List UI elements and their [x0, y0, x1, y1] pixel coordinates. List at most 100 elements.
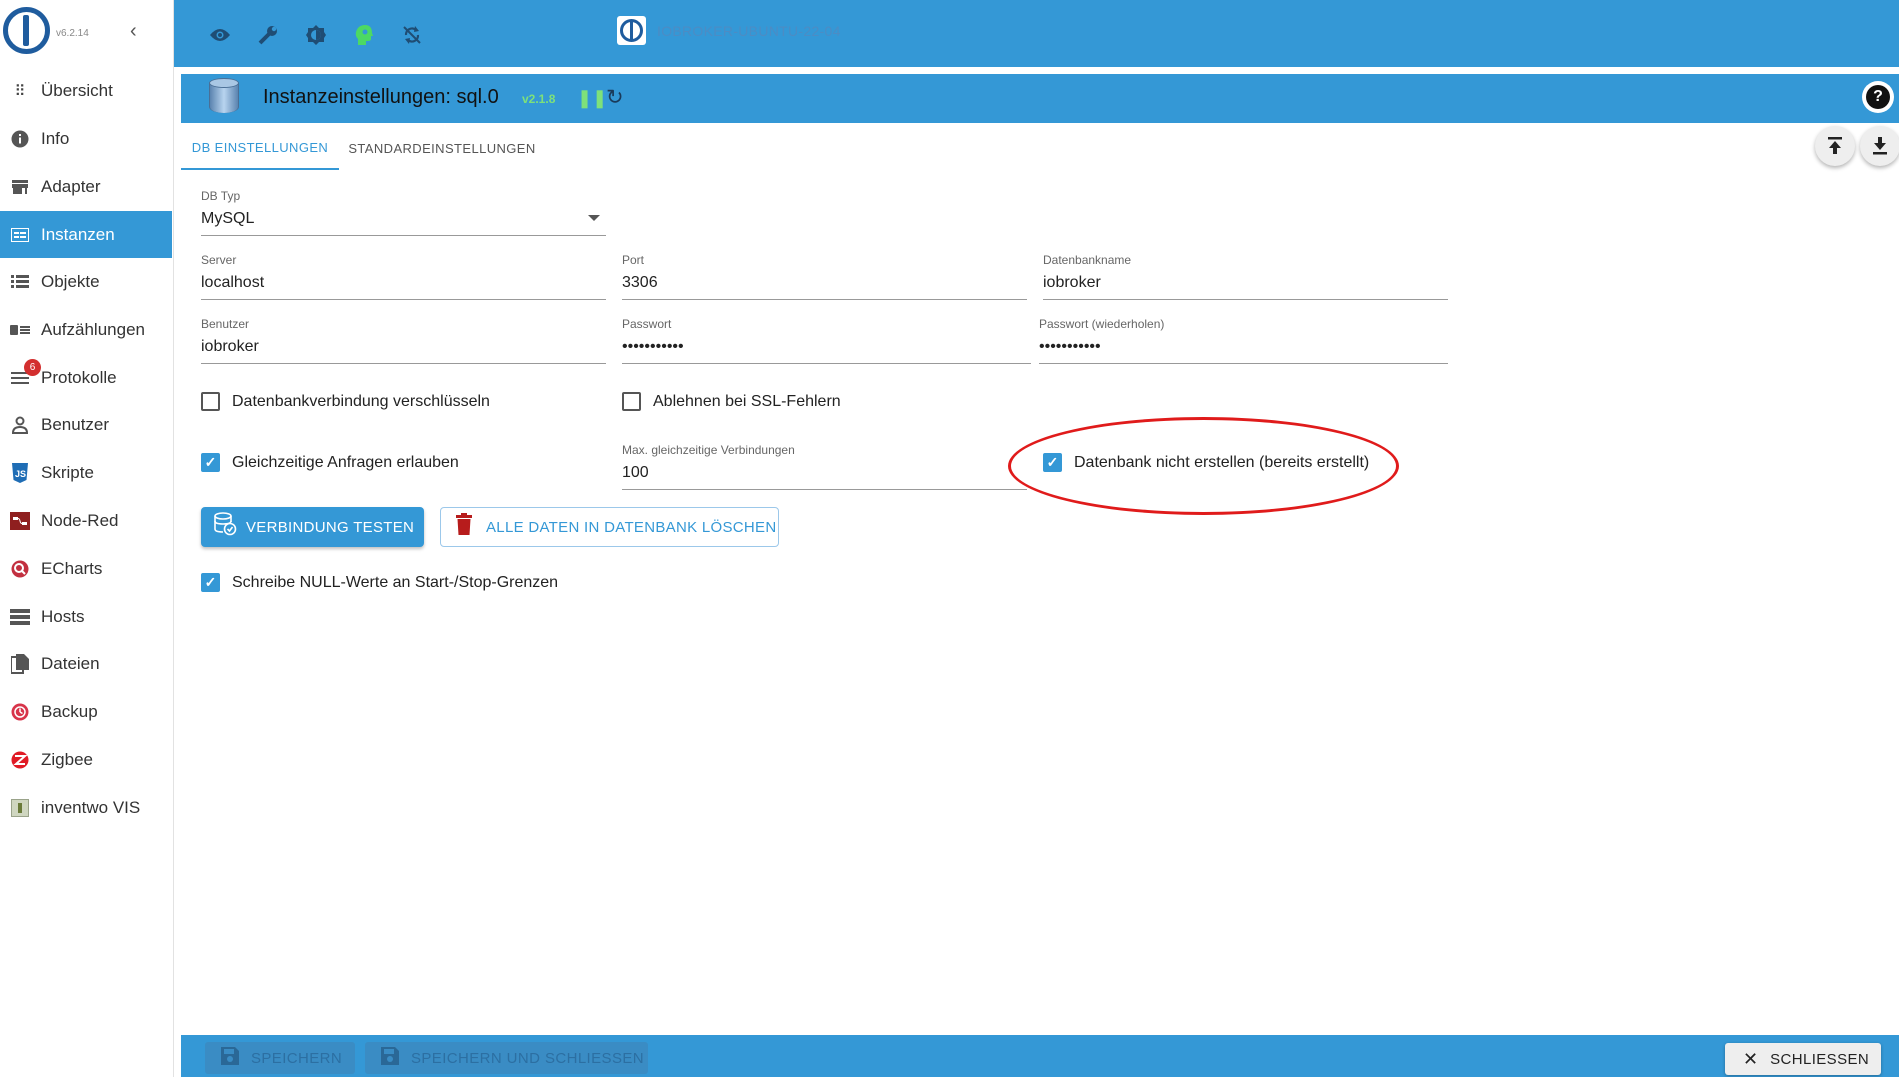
wrench-icon[interactable]	[255, 22, 281, 48]
sidebar-item-label: Zigbee	[41, 749, 93, 769]
reload-icon[interactable]: ↻	[606, 85, 624, 110]
expert-mode-icon[interactable]	[351, 22, 377, 48]
help-button[interactable]: ?	[1862, 81, 1894, 113]
max-connections-field[interactable]: Max. gleichzeitige Verbindungen 100	[622, 443, 1027, 493]
sidebar-item-inventwo-vis[interactable]: inventwo VIS	[0, 784, 172, 831]
chevron-left-icon[interactable]: ‹	[130, 20, 137, 43]
user-label: Benutzer	[201, 317, 250, 331]
sidebar-item-label: Backup	[41, 701, 98, 721]
close-label: SCHLIESSEN	[1770, 1050, 1870, 1068]
sync-disabled-icon[interactable]	[399, 22, 425, 48]
list-icon	[10, 272, 30, 292]
max-connections-label: Max. gleichzeitige Verbindungen	[622, 443, 795, 457]
instance-title: Instanzeinstellungen: sql.0	[263, 86, 499, 108]
parallel-requests-checkbox[interactable]: ✓ Gleichzeitige Anfragen erlauben	[201, 453, 459, 472]
dbname-label: Datenbankname	[1043, 253, 1132, 267]
caret-down-icon	[588, 215, 600, 221]
tab-db-einstellungen[interactable]: DB EINSTELLUNGEN	[181, 126, 339, 170]
backup-icon	[10, 702, 30, 722]
instances-icon	[10, 225, 30, 245]
sidebar-item-node-red[interactable]: Node-Red	[0, 497, 172, 544]
sidebar-item-zigbee[interactable]: Zigbee	[0, 736, 172, 783]
save-and-close-button[interactable]: SPEICHERN UND SCHLIESSEN	[365, 1042, 648, 1074]
dbname-field[interactable]: Datenbankname iobroker	[1043, 253, 1448, 303]
host-name: IOBROKER-UBUNTU-22-04	[657, 23, 841, 39]
zigbee-icon	[10, 750, 30, 770]
notification-badge: 6	[24, 358, 41, 376]
sidebar-item-label: ECharts	[41, 558, 103, 578]
sidebar-item-info[interactable]: Info	[0, 115, 172, 162]
sidebar-item-backup[interactable]: Backup	[0, 688, 172, 735]
server-label: Server	[201, 253, 237, 267]
sidebar-item-protokolle[interactable]: 6 Protokolle	[0, 354, 172, 401]
sidebar-item-label: Übersicht	[41, 80, 113, 100]
save-button[interactable]: SPEICHERN	[205, 1042, 355, 1074]
trash-icon	[455, 513, 473, 541]
enum-icon	[10, 320, 30, 340]
sidebar: v6.2.14 ‹ ⠿ Übersicht Info Adapter Insta…	[0, 0, 174, 1077]
db-type-value: MySQL	[201, 210, 255, 227]
sidebar-item-label: Skripte	[41, 462, 94, 482]
sidebar-item-echarts[interactable]: ECharts	[0, 545, 172, 592]
port-field[interactable]: Port 3306	[622, 253, 1027, 303]
sidebar-item-label: Info	[41, 128, 70, 148]
password-field[interactable]: Passwort •••••••••••	[622, 317, 1031, 367]
sidebar-item-label: Instanzen	[41, 224, 115, 244]
ssl-reject-checkbox[interactable]: Ablehnen bei SSL-Fehlern	[622, 392, 841, 411]
sidebar-item-skripte[interactable]: JS Skripte	[0, 449, 172, 496]
password-repeat-value: •••••••••••	[1039, 338, 1101, 355]
theme-icon[interactable]	[303, 22, 329, 48]
sidebar-item-label: Adapter	[41, 176, 101, 196]
iobroker-logo[interactable]	[3, 7, 50, 54]
password-repeat-label: Passwort (wiederholen)	[1039, 317, 1165, 331]
sidebar-item-aufzaehlungen[interactable]: Aufzählungen	[0, 306, 172, 353]
instance-version: v2.1.8	[522, 92, 556, 106]
sidebar-item-label: Objekte	[41, 271, 100, 291]
info-icon	[10, 129, 30, 149]
sidebar-item-adapter[interactable]: Adapter	[0, 163, 172, 210]
pause-icon[interactable]: ❚❚	[577, 88, 607, 109]
tab-standardeinstellungen[interactable]: STANDARDEINSTELLUNGEN	[339, 126, 545, 170]
delete-all-data-button[interactable]: ALLE DATEN IN DATENBANK LÖSCHEN	[440, 507, 779, 547]
floppy-disk-icon	[381, 1046, 399, 1070]
sidebar-item-benutzer[interactable]: Benutzer	[0, 401, 172, 448]
encrypt-checkbox[interactable]: Datenbankverbindung verschlüsseln	[201, 392, 490, 411]
sidebar-item-label: Hosts	[41, 606, 85, 626]
null-values-checkbox[interactable]: ✓ Schreibe NULL-Werte an Start-/Stop-Gre…	[201, 573, 558, 592]
test-connection-button[interactable]: VERBINDUNG TESTEN	[201, 507, 424, 547]
server-field[interactable]: Server localhost	[201, 253, 606, 303]
checkmark-icon: ✓	[201, 453, 220, 472]
max-connections-value: 100	[622, 464, 649, 481]
db-type-label: DB Typ	[201, 189, 241, 203]
sidebar-item-label: inventwo VIS	[41, 797, 141, 817]
logo-row: v6.2.14 ‹	[0, 0, 174, 68]
encrypt-label: Datenbankverbindung verschlüsseln	[232, 392, 490, 410]
port-label: Port	[622, 253, 645, 267]
app-version: v6.2.14	[56, 28, 89, 39]
eye-icon[interactable]	[207, 22, 233, 48]
sidebar-item-instanzen[interactable]: Instanzen	[0, 211, 172, 258]
sidebar-item-objekte[interactable]: Objekte	[0, 258, 172, 305]
top-toolbar: IOBROKER-UBUNTU-22-04	[174, 0, 1899, 67]
sidebar-item-dateien[interactable]: Dateien	[0, 640, 172, 687]
close-button[interactable]: ✕ SCHLIESSEN	[1725, 1043, 1881, 1075]
db-type-select[interactable]: DB Typ MySQL	[201, 189, 606, 239]
ssl-reject-label: Ablehnen bei SSL-Fehlern	[653, 392, 841, 410]
floppy-disk-icon	[221, 1046, 239, 1070]
log-icon: 6	[10, 358, 41, 388]
download-config-button[interactable]	[1860, 126, 1899, 166]
user-field[interactable]: Benutzer iobroker	[201, 317, 606, 367]
grid-icon: ⠿	[14, 82, 26, 100]
sidebar-item-hosts[interactable]: Hosts	[0, 593, 172, 640]
password-repeat-field[interactable]: Passwort (wiederholen) •••••••••••	[1039, 317, 1448, 367]
red-annotation-ellipse	[1008, 417, 1399, 515]
user-icon	[10, 415, 30, 435]
upload-config-button[interactable]	[1815, 126, 1855, 166]
dbname-value: iobroker	[1043, 274, 1101, 291]
help-icon: ?	[1866, 85, 1890, 109]
sidebar-item-uebersicht[interactable]: ⠿ Übersicht	[0, 67, 172, 114]
null-values-label: Schreibe NULL-Werte an Start-/Stop-Grenz…	[232, 573, 559, 591]
checkmark-icon: ✓	[201, 573, 220, 592]
nodered-icon	[10, 511, 30, 531]
vis-icon	[10, 798, 30, 818]
